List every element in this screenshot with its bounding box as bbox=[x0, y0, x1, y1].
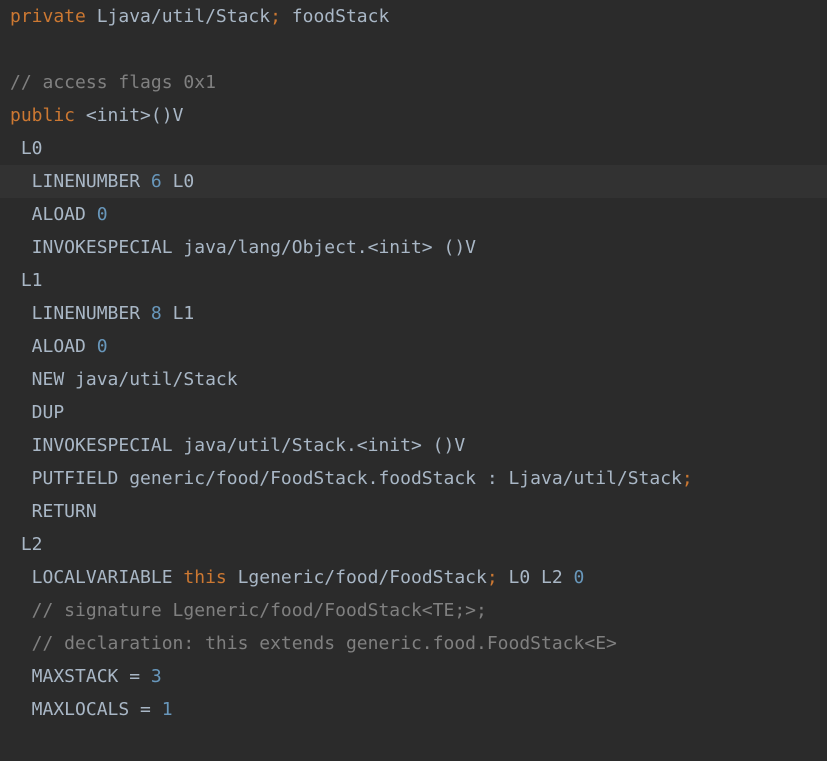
code-token: L2 bbox=[10, 534, 43, 555]
code-line[interactable]: // declaration: this extends generic.foo… bbox=[0, 627, 827, 660]
code-token: L0 bbox=[161, 171, 195, 192]
code-token: ALOAD bbox=[10, 336, 97, 357]
code-line[interactable]: LINENUMBER 8 L1 bbox=[0, 297, 827, 330]
code-token: LINENUMBER bbox=[10, 303, 151, 324]
code-line[interactable]: MAXLOCALS = 1 bbox=[0, 693, 827, 726]
code-token: Lgeneric/food/FoodStack bbox=[226, 567, 487, 588]
code-line-current[interactable]: LINENUMBER 6 L0 bbox=[0, 165, 827, 198]
code-line[interactable]: MAXSTACK = 3 bbox=[0, 660, 827, 693]
number-token: 0 bbox=[96, 336, 108, 357]
code-line[interactable]: ALOAD 0 bbox=[0, 330, 827, 363]
number-token: 1 bbox=[161, 699, 173, 720]
code-line[interactable]: DUP bbox=[0, 396, 827, 429]
number-token: 0 bbox=[96, 204, 108, 225]
separator-token: ; bbox=[270, 6, 281, 27]
code-line[interactable]: // access flags 0x1 bbox=[0, 66, 827, 99]
code-token: L0 bbox=[10, 138, 43, 159]
code-line[interactable]: LOCALVARIABLE this Lgeneric/food/FoodSta… bbox=[0, 561, 827, 594]
code-token: foodStack bbox=[280, 6, 390, 27]
code-line[interactable]: RETURN bbox=[0, 495, 827, 528]
code-token: NEW java/util/Stack bbox=[10, 369, 238, 390]
code-line[interactable]: INVOKESPECIAL java/util/Stack.<init> ()V bbox=[0, 429, 827, 462]
comment-token: // access flags 0x1 bbox=[10, 72, 216, 93]
comment-token: // declaration: this extends generic.foo… bbox=[10, 633, 617, 654]
code-token: RETURN bbox=[10, 501, 97, 522]
code-line[interactable]: INVOKESPECIAL java/lang/Object.<init> ()… bbox=[0, 231, 827, 264]
number-token: 0 bbox=[573, 567, 585, 588]
separator-token: ; bbox=[681, 468, 693, 489]
code-token: L0 L2 bbox=[497, 567, 574, 588]
code-token: MAXLOCALS = bbox=[10, 699, 162, 720]
number-token: 3 bbox=[150, 666, 162, 687]
comment-token: // signature Lgeneric/food/FoodStack<TE;… bbox=[10, 600, 487, 621]
code-token: MAXSTACK = bbox=[10, 666, 151, 687]
code-line[interactable]: public <init>()V bbox=[0, 99, 827, 132]
separator-token: ; bbox=[486, 567, 498, 588]
keyword-token: this bbox=[183, 567, 227, 588]
code-line[interactable] bbox=[0, 33, 827, 66]
code-line[interactable]: ALOAD 0 bbox=[0, 198, 827, 231]
code-token: <init>()V bbox=[75, 105, 184, 126]
code-line[interactable]: L2 bbox=[0, 528, 827, 561]
code-token: Ljava/util/Stack bbox=[85, 6, 271, 27]
code-line[interactable]: // signature Lgeneric/food/FoodStack<TE;… bbox=[0, 594, 827, 627]
number-token: 6 bbox=[150, 171, 162, 192]
keyword-token: private bbox=[10, 6, 86, 27]
bytecode-editor[interactable]: private Ljava/util/Stack; foodStack // ac… bbox=[0, 0, 827, 761]
code-token: L1 bbox=[10, 270, 43, 291]
code-token: ALOAD bbox=[10, 204, 97, 225]
number-token: 8 bbox=[150, 303, 162, 324]
code-token: LOCALVARIABLE bbox=[10, 567, 184, 588]
code-line[interactable]: PUTFIELD generic/food/FoodStack.foodStac… bbox=[0, 462, 827, 495]
code-line[interactable]: NEW java/util/Stack bbox=[0, 363, 827, 396]
code-token: PUTFIELD generic/food/FoodStack.foodStac… bbox=[10, 468, 682, 489]
code-token: LINENUMBER bbox=[10, 171, 151, 192]
code-token: L1 bbox=[161, 303, 195, 324]
code-line[interactable]: L1 bbox=[0, 264, 827, 297]
code-token: DUP bbox=[10, 402, 65, 423]
keyword-token: public bbox=[10, 105, 76, 126]
code-line[interactable]: private Ljava/util/Stack; foodStack bbox=[0, 0, 827, 33]
code-token: INVOKESPECIAL java/lang/Object.<init> ()… bbox=[10, 237, 476, 258]
code-token: INVOKESPECIAL java/util/Stack.<init> ()V bbox=[10, 435, 466, 456]
code-line[interactable]: L0 bbox=[0, 132, 827, 165]
